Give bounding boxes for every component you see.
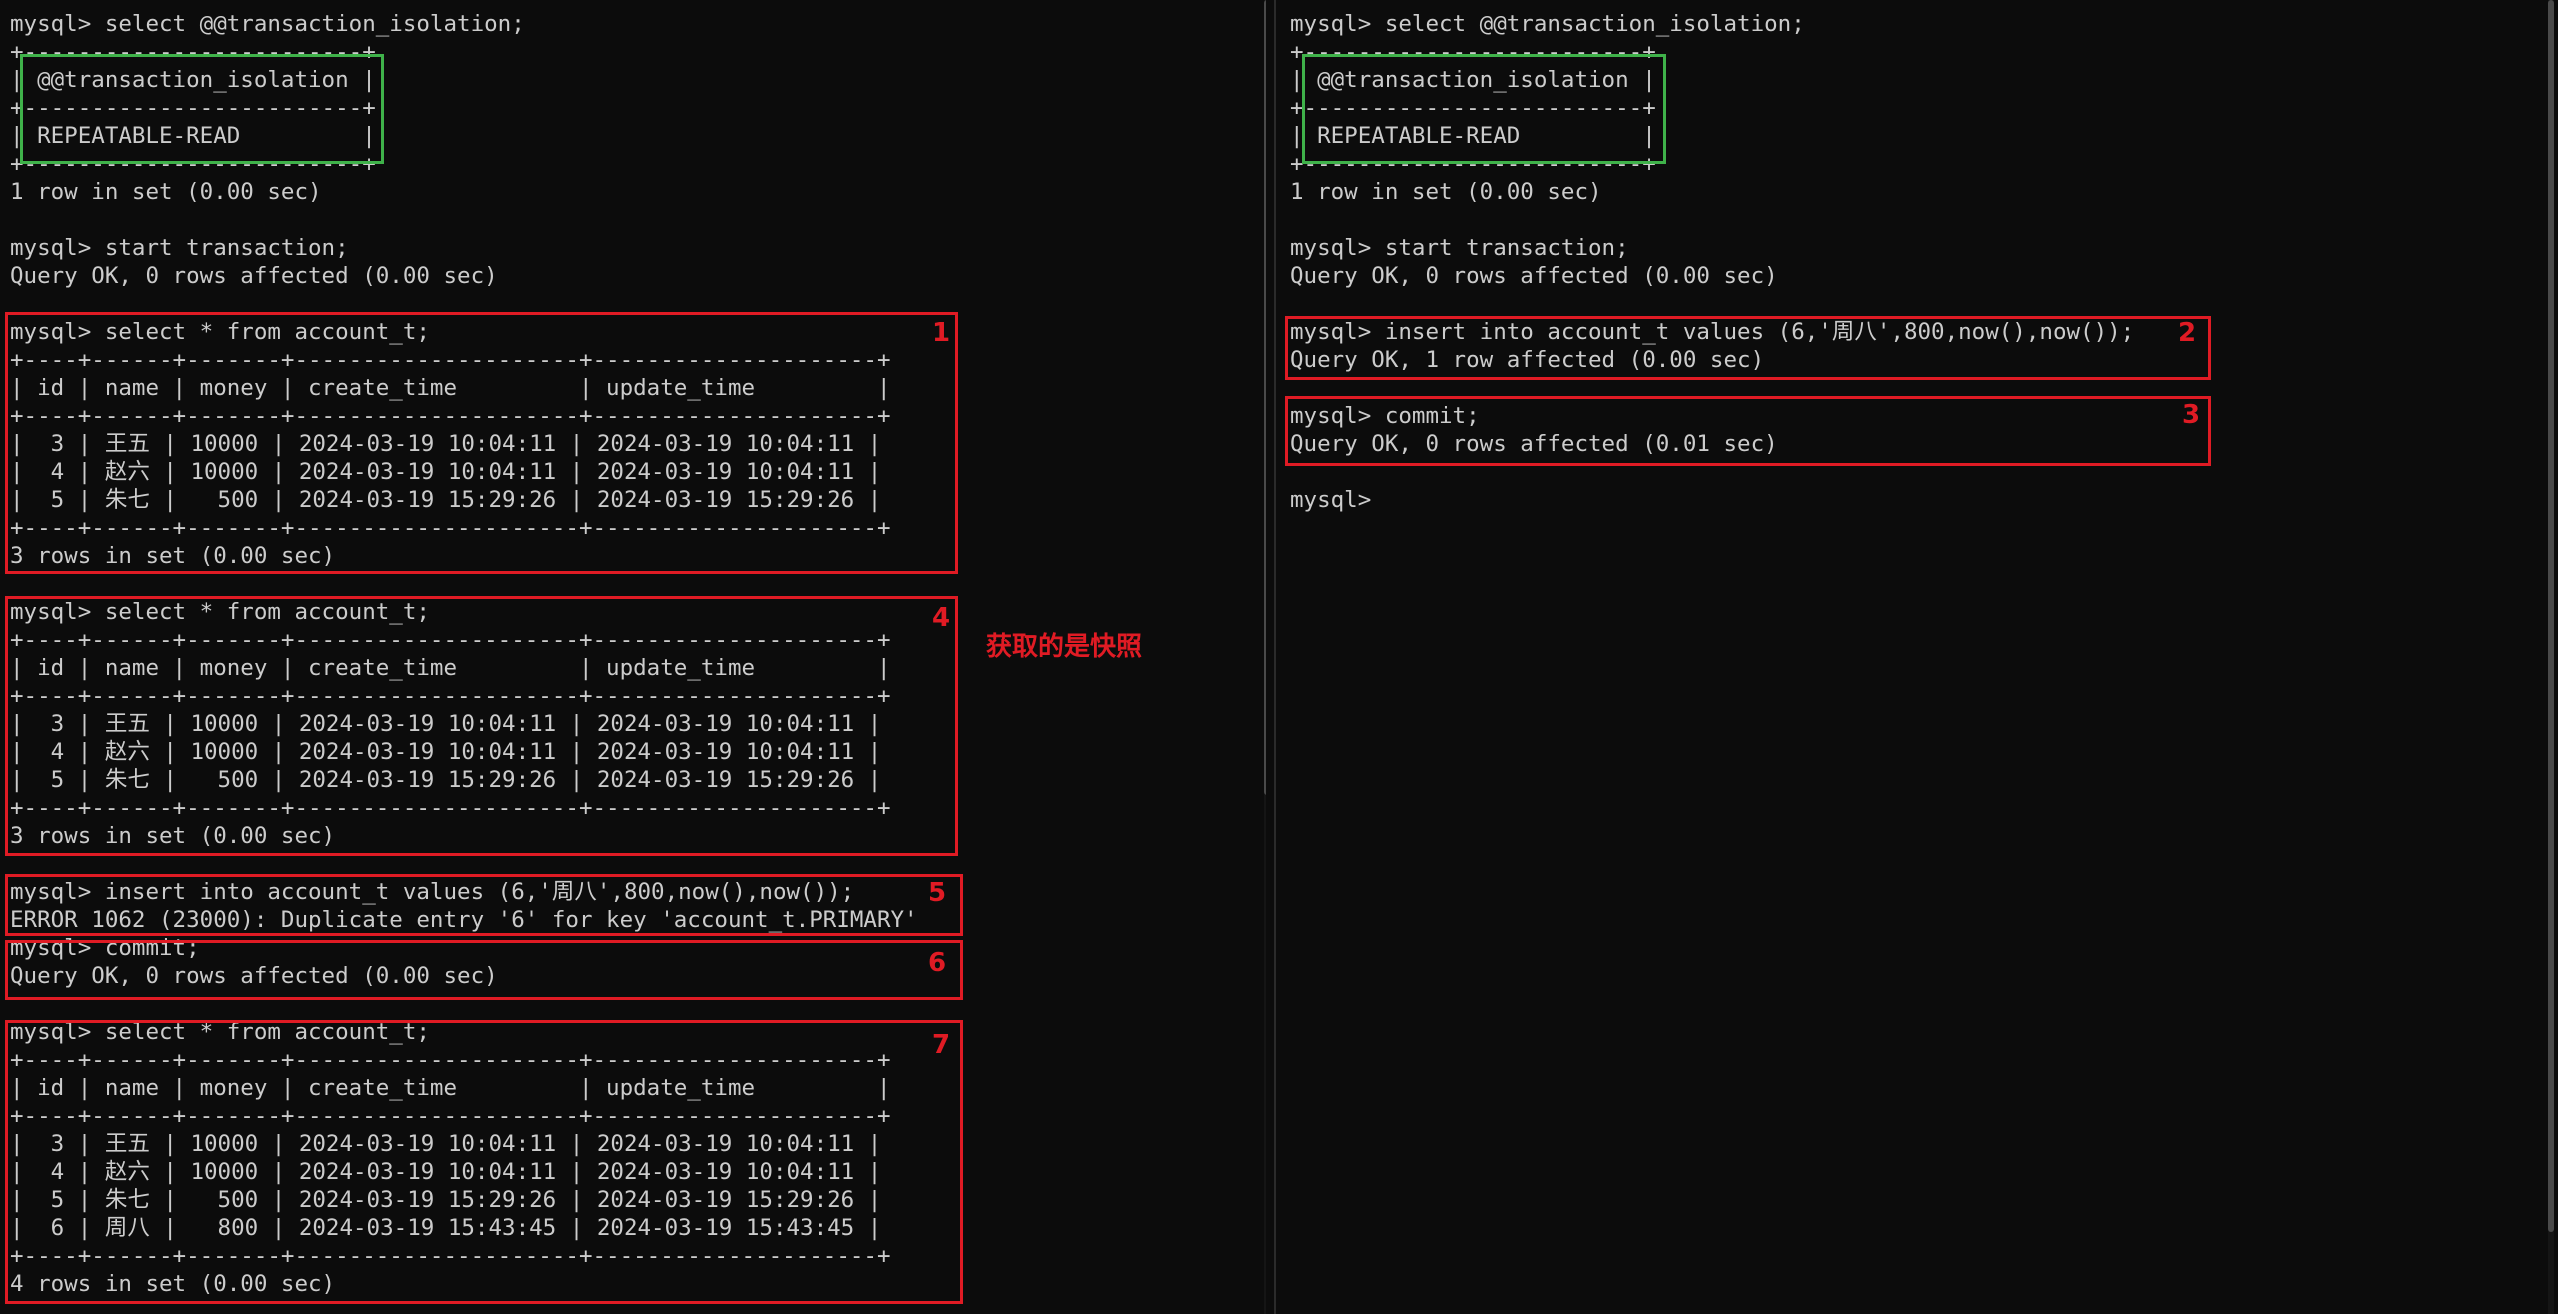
snapshot-annotation: 获取的是快照: [986, 632, 1143, 662]
step-2-label: 2: [2178, 318, 2197, 348]
left-line: 1 row in set (0.00 sec): [10, 179, 322, 205]
right-line: mysql> select @@transaction_isolation;: [1290, 11, 1805, 37]
step-3-highlight: [1285, 396, 2211, 466]
right-scrollbar-thumb[interactable]: [2548, 0, 2554, 1232]
step-7-highlight: [5, 1020, 963, 1304]
step-3-label: 3: [2182, 400, 2201, 430]
isolation-result-highlight: [20, 54, 384, 164]
step-4-label: 4: [932, 603, 951, 633]
right-terminal-pane[interactable]: mysql> select @@transaction_isolation; +-…: [1280, 0, 2558, 1314]
right-scrollbar[interactable]: [2548, 0, 2554, 1314]
step-7-label: 7: [932, 1030, 951, 1060]
right-line: 1 row in set (0.00 sec): [1290, 179, 1602, 205]
step-1-label: 1: [932, 318, 951, 348]
left-scrollbar[interactable]: [1264, 0, 1266, 1314]
right-line: mysql>: [1290, 487, 1372, 513]
step-2-highlight: [1285, 316, 2211, 380]
left-scrollbar-thumb[interactable]: [1264, 0, 1266, 795]
right-line: mysql> start transaction;: [1290, 235, 1629, 261]
right-line: Query OK, 0 rows affected (0.00 sec): [1290, 263, 1778, 289]
step-1-highlight: [5, 312, 958, 574]
isolation-result-highlight: [1302, 54, 1666, 164]
left-line: Query OK, 0 rows affected (0.00 sec): [10, 263, 498, 289]
left-line: mysql> select @@transaction_isolation;: [10, 11, 525, 37]
left-terminal-pane[interactable]: mysql> select @@transaction_isolation; +-…: [0, 0, 1266, 1314]
step-5-label: 5: [928, 878, 947, 908]
step-5-highlight: [5, 874, 963, 936]
step-4-highlight: [5, 596, 958, 856]
left-line: mysql> start transaction;: [10, 235, 349, 261]
step-6-label: 6: [928, 948, 947, 978]
pane-divider[interactable]: [1274, 0, 1276, 1314]
step-6-highlight: [5, 940, 963, 1000]
